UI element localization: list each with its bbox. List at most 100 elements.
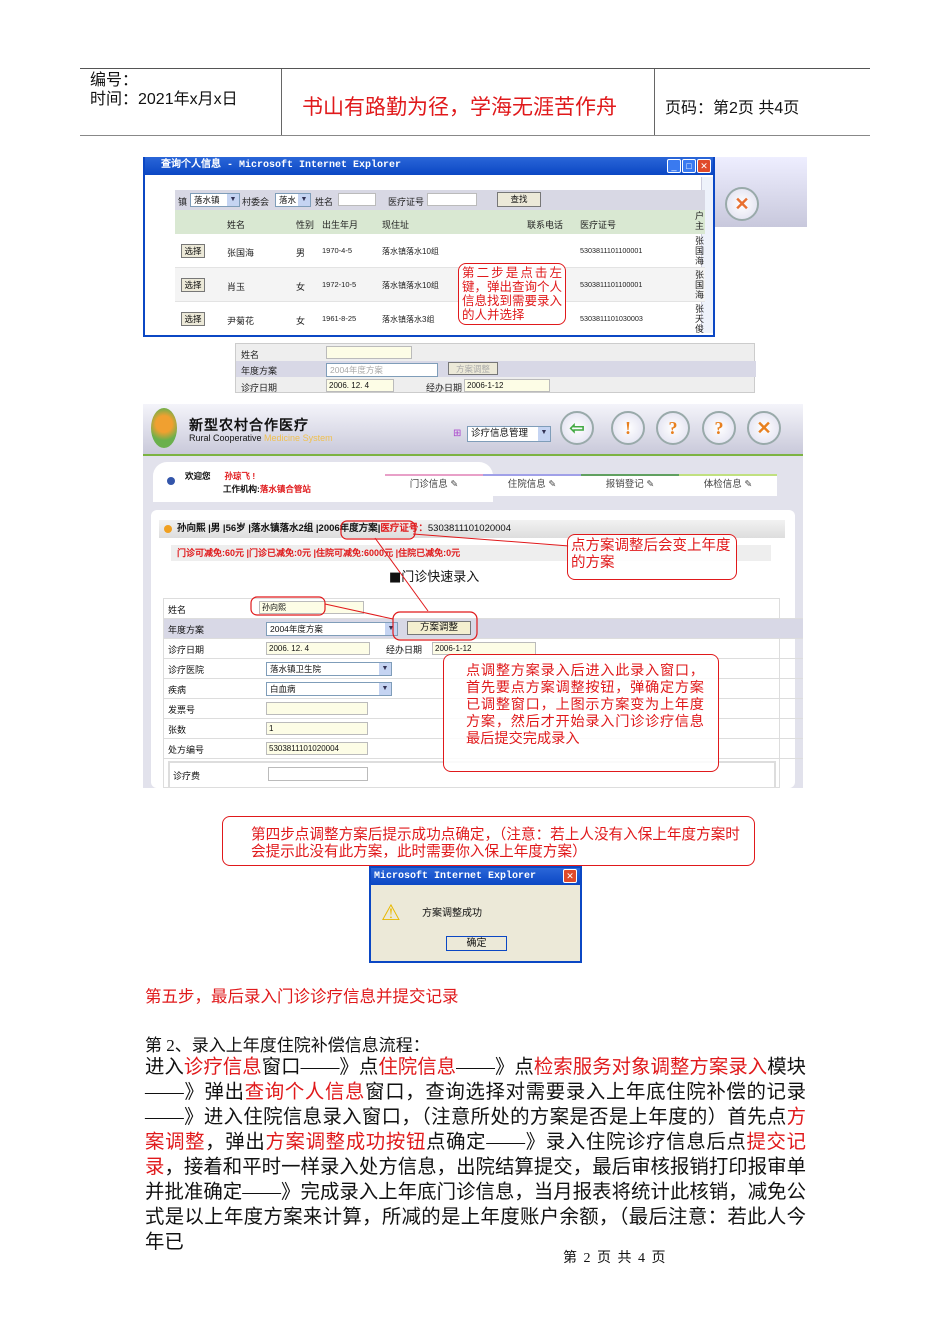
row-name: 肖玉 (227, 282, 246, 292)
column-header: 医疗证号 (580, 220, 617, 230)
town-value: 落水镇 (194, 195, 220, 205)
maximize-icon[interactable]: □ (682, 159, 696, 173)
row-birth: 1961-8-25 (322, 314, 357, 323)
row-head: 张天俊 (695, 304, 704, 334)
chevron-down-icon: ▼ (227, 194, 239, 206)
row-sex: 女 (296, 316, 306, 326)
section-heading: 第 2、录入上年度住院补偿信息流程： (145, 1036, 430, 1055)
divider (281, 69, 282, 135)
plan-change-callout: 点方案调整后会变上年度的方案 (567, 534, 737, 580)
row-sex: 女 (296, 282, 306, 292)
name-label: 姓名 (241, 350, 260, 360)
date-input[interactable]: 2006. 12. 4 (326, 379, 394, 392)
text-segment: 窗口——》点 (261, 1057, 379, 1078)
divider (654, 69, 655, 135)
page-label: 页码：第2页 共4页 (665, 100, 800, 117)
row-name: 尹菊花 (227, 316, 255, 326)
row-card: 5303811101100001 (580, 280, 643, 289)
date-label: 诊疗日期 (241, 383, 278, 393)
ie-window: 查询个人信息 - Microsoft Internet Explorer _ □… (143, 157, 715, 337)
row-birth: 1970-4-5 (322, 246, 353, 255)
window-title: 查询个人信息 - Microsoft Internet Explorer (161, 160, 402, 171)
card-input[interactable] (427, 193, 477, 206)
column-header: 现住址 (382, 220, 410, 230)
step4-note: 第四步点调整方案后提示成功点确定，（注意：若上人没有入保上年度方案时会提示此没有… (222, 816, 755, 866)
village-select[interactable]: 落水 ▼ (275, 193, 311, 207)
page-footer: 第 2 页 共 4 页 (563, 1251, 666, 1266)
adjust-plan-button[interactable]: 方案调整 (448, 362, 498, 375)
app-toolbar-bg (703, 157, 807, 227)
dialog-message: 方案调整成功 (422, 908, 482, 919)
highlight-text: 诊疗信息 (183, 1057, 262, 1078)
close-icon[interactable]: ✕ (563, 869, 577, 883)
column-header: 联系电话 (527, 220, 564, 230)
motto: 书山有路勤为径，学海无涯苦作舟 (302, 96, 617, 119)
table-row: 选择 张国海 男 1970-4-5 落水镇落水10组 5303811101100… (175, 234, 705, 268)
town-label: 镇 (178, 197, 188, 207)
plan-select[interactable]: 2004年度方案 (326, 363, 438, 377)
annotation-line (374, 537, 429, 612)
name-input[interactable] (338, 193, 376, 206)
row-card: 5303811101030003 (580, 314, 643, 323)
page-header: 编号： 时间：2021年x月x日 书山有路勤为径，学海无涯苦作舟 页码：第2页 … (80, 68, 870, 136)
highlight-text: 检索服务对象调整方案录入 (533, 1057, 768, 1078)
name-label: 姓名 (315, 197, 334, 207)
filter-bar: 镇 落水镇 ▼ 村委会 落水 ▼ 姓名 医疗证号 查找 (175, 190, 705, 210)
exit-icon[interactable]: ✕ (725, 187, 759, 221)
annotation-line (324, 603, 394, 620)
table-row: 选择 尹菊花 女 1961-8-25 落水镇落水3组 5303811101030… (175, 302, 705, 336)
minimize-icon[interactable]: _ (667, 159, 681, 173)
table-header: 姓名 性别 出生年月 现住址 联系电话 医疗证号 户主 (175, 210, 705, 234)
plan-value: 2004年度方案 (330, 365, 383, 375)
plan-label: 年度方案 (241, 366, 278, 376)
adjust-button-highlight (392, 611, 478, 641)
select-button[interactable]: 选择 (181, 278, 205, 292)
handle-date-label: 经办日期 (426, 383, 463, 393)
highlight-text: 查询个人信息 (244, 1082, 366, 1103)
select-button[interactable]: 选择 (181, 244, 205, 258)
success-dialog: Microsoft Internet Explorer ✕ ⚠ 方案调整成功 确… (369, 866, 582, 963)
chevron-down-icon: ▼ (298, 194, 310, 206)
step2-callout: 第二步是点击左键，弹出查询个人信息找到需要录入的人并选择 (458, 263, 566, 325)
highlight-text: 住院信息 (378, 1057, 457, 1078)
text-segment: 进入 (145, 1057, 184, 1078)
screenshot-query-window: ✕ 姓名 年度方案 2004年度方案 方案调整 诊疗日期 2006. 12. 4… (143, 157, 807, 393)
handle-date-input[interactable]: 2006-1-12 (464, 379, 550, 392)
select-button[interactable]: 选择 (181, 312, 205, 326)
row-head: 张国海 (695, 270, 705, 300)
card-label: 医疗证号 (388, 197, 425, 207)
text-segment: 点确定——》录入住院诊疗信息后点 (426, 1132, 747, 1153)
header-meta: 编号： 时间：2021年x月x日 (90, 71, 238, 109)
background-form: 姓名 年度方案 2004年度方案 方案调整 诊疗日期 2006. 12. 4 经… (235, 343, 756, 393)
text-segment: ，接着和平时一样录入处方信息，出院结算提交，最后审核报销打印报审单并批准确定——… (145, 1157, 807, 1253)
column-header: 性别 (296, 220, 315, 230)
ok-button[interactable]: 确定 (446, 936, 507, 951)
table-row: 选择 肖玉 女 1972-10-5 落水镇落水10组 5303811101100… (175, 268, 705, 302)
column-header: 户主 (695, 211, 705, 231)
name-input[interactable] (326, 346, 412, 359)
row-birth: 1972-10-5 (322, 280, 357, 289)
row-sex: 男 (296, 248, 306, 258)
row-address: 落水镇落水10组 (382, 247, 439, 256)
text-segment: ，弹出 (205, 1132, 266, 1153)
screenshot-outpatient-entry: 新型农村合作医疗 Rural Cooperative Medicine Syst… (143, 404, 803, 788)
section-body: 进入诊疗信息窗口——》点住院信息——》点检索服务对象调整方案录入模块——》弹出查… (145, 1055, 806, 1255)
plan-highlight (340, 520, 416, 540)
village-value: 落水 (279, 195, 297, 205)
annotation-line (412, 533, 570, 547)
row-address: 落水镇落水3组 (382, 315, 435, 324)
search-button[interactable]: 查找 (497, 192, 541, 207)
warning-icon: ⚠ (381, 900, 401, 925)
row-head: 张国海 (695, 236, 705, 266)
village-label: 村委会 (242, 197, 270, 207)
column-header: 姓名 (227, 220, 246, 230)
town-select[interactable]: 落水镇 ▼ (190, 193, 240, 207)
text-segment: ——》点 (456, 1057, 534, 1078)
column-header: 出生年月 (322, 220, 359, 230)
close-icon[interactable]: ✕ (697, 159, 711, 173)
ie-title-bar: 查询个人信息 - Microsoft Internet Explorer (145, 157, 713, 175)
highlight-text: 方案调整成功按钮 (265, 1132, 427, 1153)
time-label: 时间：2021年x月x日 (90, 91, 238, 108)
row-address: 落水镇落水10组 (382, 281, 439, 290)
number-label: 编号： (90, 72, 139, 89)
